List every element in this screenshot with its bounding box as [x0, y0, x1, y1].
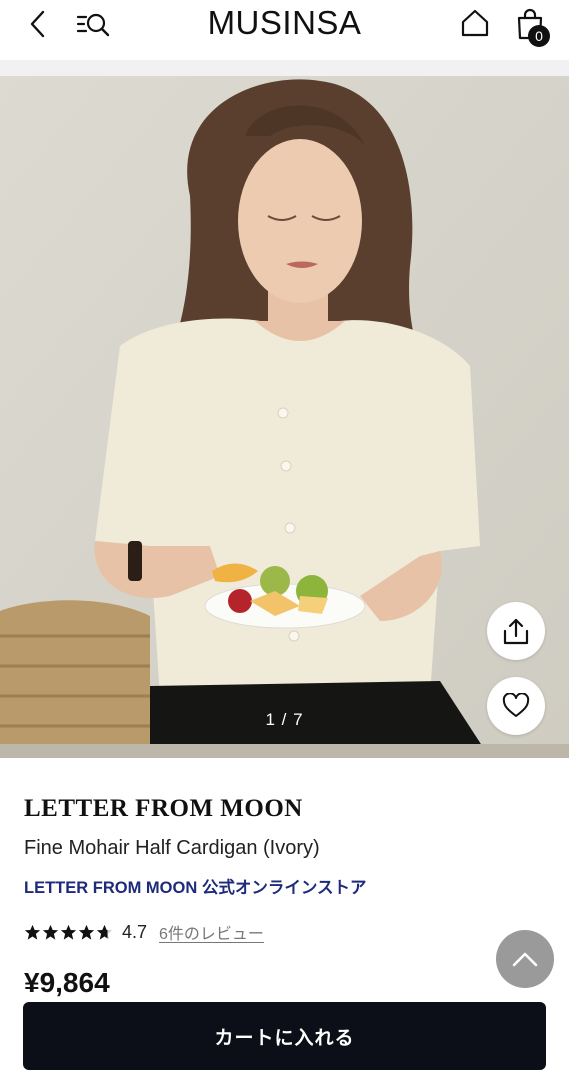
star-icon: [24, 924, 41, 940]
star-icon: [42, 924, 59, 940]
scroll-to-top-button[interactable]: [496, 930, 554, 988]
brand-store-link[interactable]: LETTER FROM MOON 公式オンラインストア: [24, 874, 367, 898]
product-price: ¥9,864: [24, 967, 110, 998]
product-name: Fine Mohair Half Cardigan (Ivory): [24, 837, 320, 859]
reviews-link[interactable]: 6件のレビュー: [159, 920, 264, 944]
brand-title: LETTER FROM MOON: [24, 795, 303, 822]
rating-stars: [24, 924, 113, 941]
half-star-icon: [96, 924, 113, 940]
product-image-carousel[interactable]: [0, 76, 569, 758]
rating-row: 4.7 6件のレビュー: [24, 920, 264, 944]
chevron-up-icon: [512, 952, 538, 967]
image-counter: 1 / 7: [265, 710, 304, 729]
add-to-cart-button[interactable]: カートに入れる: [23, 1002, 546, 1070]
share-icon: [503, 618, 529, 645]
like-button[interactable]: [487, 677, 545, 735]
share-button[interactable]: [487, 602, 545, 660]
star-icon: [60, 924, 77, 940]
cart-count-badge: 0: [528, 25, 550, 47]
product-photo: [0, 76, 569, 758]
home-icon: [461, 9, 489, 37]
header-divider: [0, 60, 569, 76]
heart-icon: [502, 693, 530, 717]
rating-score: 4.7: [122, 921, 148, 942]
star-icon: [78, 924, 95, 940]
home-button[interactable]: [456, 4, 494, 42]
top-nav-bar: MUSINSA 0: [0, 0, 569, 60]
